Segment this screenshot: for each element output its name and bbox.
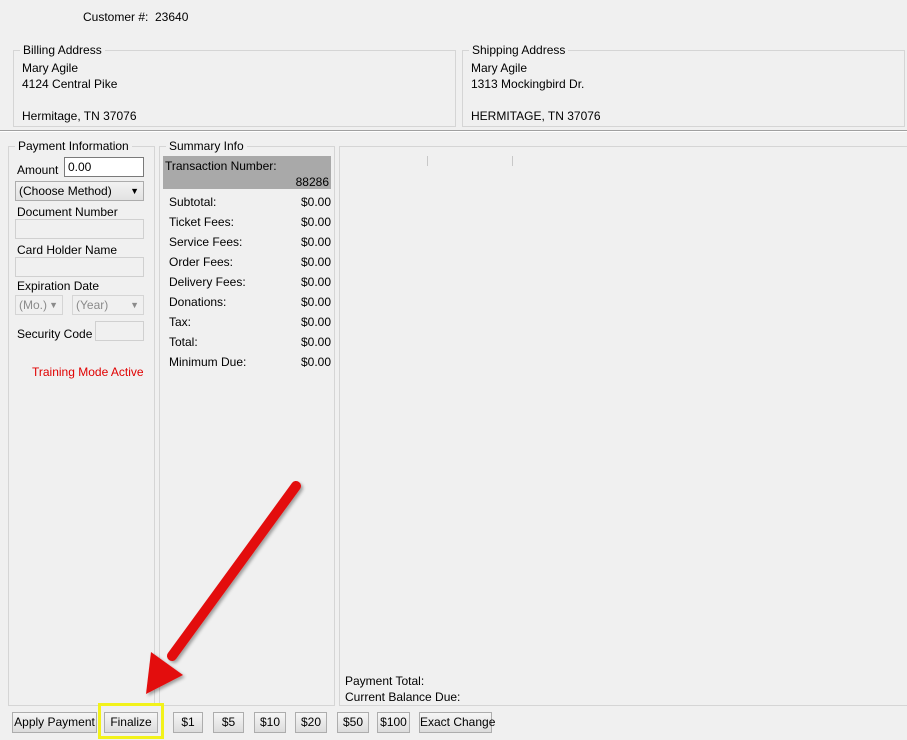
- red-arrow-icon: [146, 481, 301, 694]
